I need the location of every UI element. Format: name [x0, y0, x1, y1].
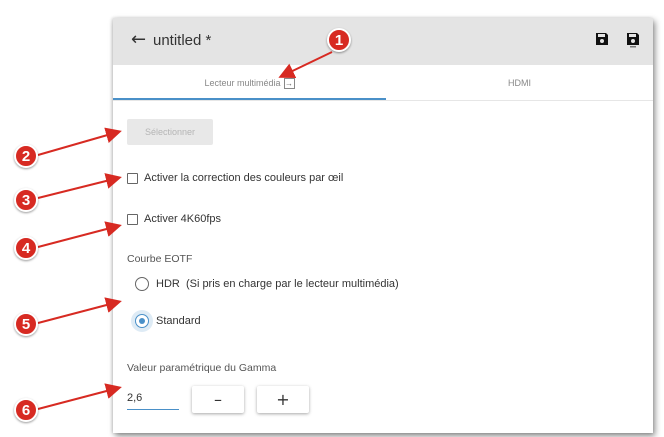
tab-label: Lecteur multimédia: [204, 78, 281, 88]
callout-badge-3: 3: [14, 188, 38, 212]
hdr-label: HDR (Si pris en charge par le lecteur mu…: [156, 278, 399, 290]
hdr-radio[interactable]: [135, 277, 149, 291]
app-window: ← untitled * Lecteur multimédia → HDMI S…: [113, 18, 653, 433]
color-correction-checkbox[interactable]: [127, 172, 138, 184]
gamma-increment-button[interactable]: +: [257, 386, 309, 413]
save-icon[interactable]: [595, 32, 611, 48]
callout-badge-5: 5: [14, 312, 38, 336]
tab-label: HDMI: [508, 78, 531, 88]
back-arrow-icon[interactable]: ←: [131, 30, 146, 50]
page-title: untitled *: [153, 32, 212, 49]
callout-arrow-3: [37, 173, 122, 199]
standard-radio[interactable]: [135, 314, 149, 328]
callout-arrow-5: [37, 297, 122, 324]
tab-media-player[interactable]: Lecteur multimédia →: [113, 65, 386, 101]
callout-arrow-6: [37, 383, 122, 410]
callout-arrow-2: [37, 127, 122, 156]
active-tab-indicator: [113, 98, 386, 100]
tab-bar: Lecteur multimédia → HDMI: [113, 65, 653, 101]
enable-4k60-option[interactable]: Activer 4K60fps: [127, 211, 221, 227]
callout-badge-2: 2: [14, 144, 38, 168]
callout-badge-6: 6: [14, 398, 38, 422]
gamma-section-label: Valeur paramétrique du Gamma: [127, 362, 277, 374]
eotf-section-label: Courbe EOTF: [127, 253, 193, 265]
tab-hdmi[interactable]: HDMI: [386, 65, 653, 101]
enable-4k60-checkbox[interactable]: [127, 213, 138, 225]
color-correction-label: Activer la correction des couleurs par œ…: [144, 172, 344, 184]
callout-arrow-4: [37, 221, 122, 248]
external-link-icon[interactable]: →: [283, 77, 295, 89]
eotf-hdr-option[interactable]: HDR (Si pris en charge par le lecteur mu…: [135, 275, 399, 293]
standard-label: Standard: [156, 315, 201, 327]
eotf-standard-option[interactable]: Standard: [135, 312, 201, 330]
enable-4k60-label: Activer 4K60fps: [144, 213, 222, 225]
gamma-input[interactable]: [127, 388, 179, 410]
callout-badge-4: 4: [14, 236, 38, 260]
color-correction-option[interactable]: Activer la correction des couleurs par œ…: [127, 170, 343, 186]
select-button[interactable]: Sélectionner: [127, 119, 213, 145]
callout-badge-1: 1: [327, 28, 351, 52]
title-bar: ← untitled *: [113, 18, 653, 65]
save-as-icon[interactable]: [626, 32, 642, 48]
gamma-decrement-button[interactable]: –: [192, 386, 244, 413]
